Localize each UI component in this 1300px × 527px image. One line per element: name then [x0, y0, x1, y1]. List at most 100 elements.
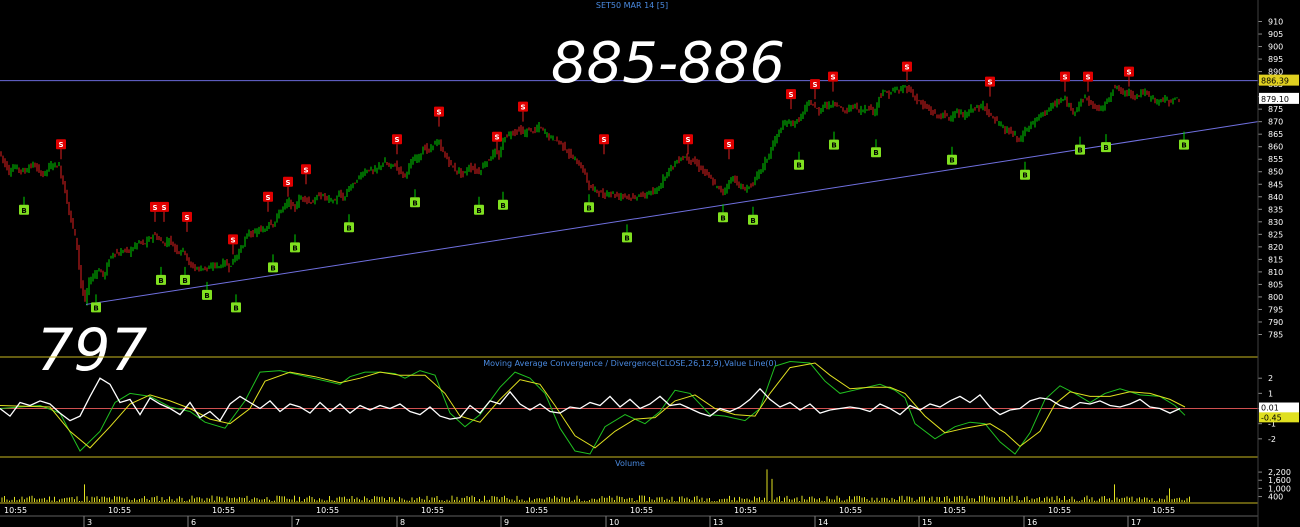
time-label: 10:55 [1152, 506, 1175, 515]
target-annotation: 885-886 [551, 31, 785, 96]
buy-signal-label: B [1103, 144, 1108, 152]
buy-signal-label: B [831, 142, 836, 150]
buy-signal-label: B [292, 244, 297, 252]
sell-signal-label: S [230, 236, 235, 244]
day-label: 3 [87, 518, 92, 527]
price-tick-label: 860 [1268, 143, 1283, 152]
buy-signal-label: B [270, 264, 275, 272]
day-label: 6 [191, 518, 196, 527]
sell-signal-label: S [1085, 74, 1090, 82]
sell-signal-label: S [265, 194, 270, 202]
buy-signal-label: B [720, 214, 725, 222]
day-label: 8 [400, 518, 405, 527]
buy-signal-label: B [412, 199, 417, 207]
sell-signal-label: S [830, 74, 835, 82]
chart-title: SET50 MAR 14 [5] [596, 1, 668, 10]
sell-signal-label: S [1126, 69, 1131, 77]
time-label: 10:55 [839, 506, 862, 515]
price-tick-label: 810 [1268, 268, 1283, 277]
price-tick-label: 820 [1268, 243, 1283, 252]
day-label: 9 [504, 518, 509, 527]
macd-tick-label: -2 [1268, 435, 1276, 444]
time-label: 10:55 [316, 506, 339, 515]
day-label: 14 [818, 518, 828, 527]
price-tick-label: 870 [1268, 118, 1283, 127]
volume-title: Volume [615, 459, 645, 468]
day-label: 16 [1027, 518, 1037, 527]
time-label: 10:55 [525, 506, 548, 515]
price-tick-label: 865 [1268, 130, 1283, 139]
price-tick-label: 835 [1268, 205, 1283, 214]
day-label: 15 [922, 518, 932, 527]
buy-signal-label: B [182, 277, 187, 285]
macd-tick-label: 1 [1268, 389, 1273, 398]
buy-signal-label: B [949, 157, 954, 165]
sell-signal-label: S [601, 136, 606, 144]
time-label: 10:55 [943, 506, 966, 515]
time-label: 10:55 [4, 506, 27, 515]
sell-signal-label: S [788, 91, 793, 99]
price-tick-label: 830 [1268, 218, 1283, 227]
macd-value-label: -0.45 [1261, 413, 1282, 422]
sell-signal-label: S [285, 179, 290, 187]
buy-signal-label: B [1181, 142, 1186, 150]
price-tick-label: 785 [1268, 330, 1283, 339]
macd-tick-label: 2 [1268, 374, 1273, 383]
time-label: 10:55 [212, 506, 235, 515]
buy-signal-label: B [346, 224, 351, 232]
sell-signal-label: S [1062, 74, 1067, 82]
sell-signal-label: S [184, 214, 189, 222]
price-tick-label: 875 [1268, 105, 1283, 114]
price-tick-label: 895 [1268, 55, 1283, 64]
resistance-value-label: 886.39 [1261, 77, 1289, 86]
buy-signal-label: B [586, 204, 591, 212]
price-tick-label: 805 [1268, 280, 1283, 289]
sell-signal-label: S [303, 166, 308, 174]
low-annotation: 797 [37, 316, 148, 384]
sell-signal-label: S [394, 136, 399, 144]
sell-signal-label: S [152, 204, 157, 212]
sell-signal-label: S [436, 109, 441, 117]
buy-signal-label: B [158, 277, 163, 285]
time-label: 10:55 [108, 506, 131, 515]
buy-signal-label: B [624, 234, 629, 242]
buy-signal-label: B [21, 207, 26, 215]
buy-signal-label: B [796, 162, 801, 170]
buy-signal-label: B [750, 217, 755, 225]
buy-signal-label: B [500, 202, 505, 210]
price-tick-label: 845 [1268, 180, 1283, 189]
price-tick-label: 800 [1268, 293, 1283, 302]
sell-signal-label: S [58, 141, 63, 149]
sell-signal-label: S [812, 81, 817, 89]
stock-chart-canvas[interactable]: 7857907958008058108158208258308358408458… [0, 0, 1300, 527]
day-label: 17 [1131, 518, 1141, 527]
sell-signal-label: S [904, 64, 909, 72]
sell-signal-label: S [685, 136, 690, 144]
sell-signal-label: S [987, 79, 992, 87]
time-label: 10:55 [421, 506, 444, 515]
sell-signal-label: S [520, 104, 525, 112]
time-label: 10:55 [630, 506, 653, 515]
price-tick-label: 825 [1268, 230, 1283, 239]
volume-tick-label: 400 [1268, 493, 1283, 502]
day-label: 13 [713, 518, 723, 527]
price-tick-label: 790 [1268, 318, 1283, 327]
price-tick-label: 795 [1268, 305, 1283, 314]
macd-zero-value: 0.01 [1261, 404, 1279, 413]
buy-signal-label: B [476, 207, 481, 215]
last-price-label: 879.10 [1261, 95, 1289, 104]
macd-title: Moving Average Convergence / Divergence(… [483, 359, 777, 368]
time-label: 10:55 [1048, 506, 1071, 515]
price-tick-label: 815 [1268, 255, 1283, 264]
sell-signal-label: S [726, 141, 731, 149]
price-tick-label: 910 [1268, 18, 1283, 27]
price-tick-label: 855 [1268, 155, 1283, 164]
sell-signal-label: S [494, 134, 499, 142]
day-label: 10 [609, 518, 619, 527]
buy-signal-label: B [1077, 147, 1082, 155]
price-tick-label: 850 [1268, 168, 1283, 177]
price-tick-label: 905 [1268, 30, 1283, 39]
day-label: 7 [295, 518, 300, 527]
buy-signal-label: B [233, 304, 238, 312]
price-tick-label: 840 [1268, 193, 1283, 202]
